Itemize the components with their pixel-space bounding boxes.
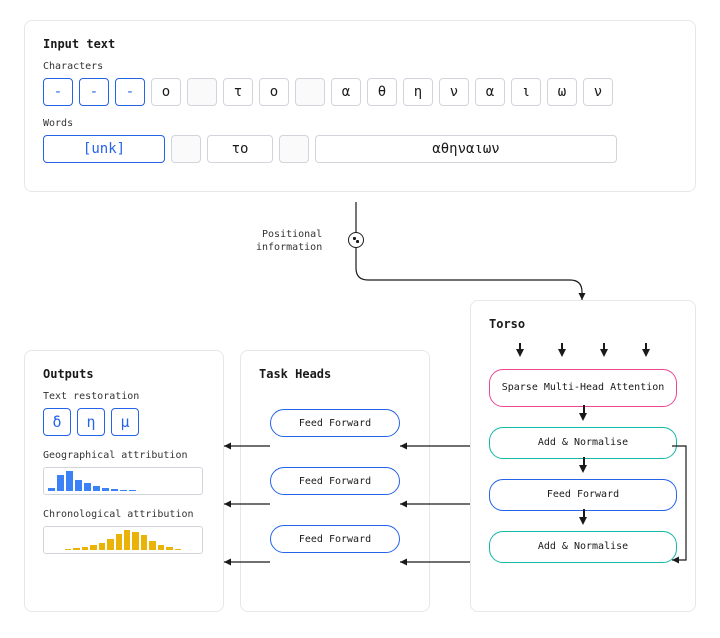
characters-row: ---οτοαθηναιων — [43, 78, 677, 106]
head-feed-forward-1: Feed Forward — [270, 409, 400, 437]
char-cell: ν — [583, 78, 613, 106]
char-cell: ω — [547, 78, 577, 106]
restoration-label: Text restoration — [43, 391, 205, 402]
chrono-chart — [43, 526, 203, 554]
restoration-row: δημ — [43, 408, 205, 436]
head-feed-forward-3: Feed Forward — [270, 525, 400, 553]
words-label: Words — [43, 118, 677, 129]
char-cell: ο — [259, 78, 289, 106]
char-cell: - — [43, 78, 73, 106]
outputs-panel: Outputs Text restoration δημ Geographica… — [24, 350, 224, 612]
char-cell: α — [475, 78, 505, 106]
words-row: [unk] το αθηναιων — [43, 135, 677, 163]
positional-node-icon — [348, 232, 364, 248]
char-cell — [187, 78, 217, 106]
word-gap — [171, 135, 201, 163]
char-cell — [295, 78, 325, 106]
geo-chart — [43, 467, 203, 495]
char-cell: α — [331, 78, 361, 106]
char-cell: ο — [151, 78, 181, 106]
restoration-char: δ — [43, 408, 71, 436]
char-cell: - — [115, 78, 145, 106]
char-cell: ν — [439, 78, 469, 106]
char-cell: ι — [511, 78, 541, 106]
head-feed-forward-2: Feed Forward — [270, 467, 400, 495]
chrono-label: Chronological attribution — [43, 509, 205, 520]
task-heads-title: Task Heads — [259, 367, 411, 381]
char-cell: η — [403, 78, 433, 106]
torso-title: Torso — [489, 317, 677, 331]
restoration-char: μ — [111, 408, 139, 436]
char-cell: θ — [367, 78, 397, 106]
task-heads-panel: Task Heads Feed Forward Feed Forward Fee… — [240, 350, 430, 612]
word-unk: [unk] — [43, 135, 165, 163]
geo-label: Geographical attribution — [43, 450, 205, 461]
word-to: το — [207, 135, 273, 163]
input-panel: Input text Characters ---οτοαθηναιων Wor… — [24, 20, 696, 192]
restoration-char: η — [77, 408, 105, 436]
word-athenaion: αθηναιων — [315, 135, 617, 163]
input-title: Input text — [43, 37, 677, 51]
char-cell: τ — [223, 78, 253, 106]
characters-label: Characters — [43, 61, 677, 72]
word-gap — [279, 135, 309, 163]
positional-label: Positionalinformation — [256, 228, 322, 254]
outputs-title: Outputs — [43, 367, 205, 381]
bottom-row: Outputs Text restoration δημ Geographica… — [24, 350, 696, 612]
char-cell: - — [79, 78, 109, 106]
